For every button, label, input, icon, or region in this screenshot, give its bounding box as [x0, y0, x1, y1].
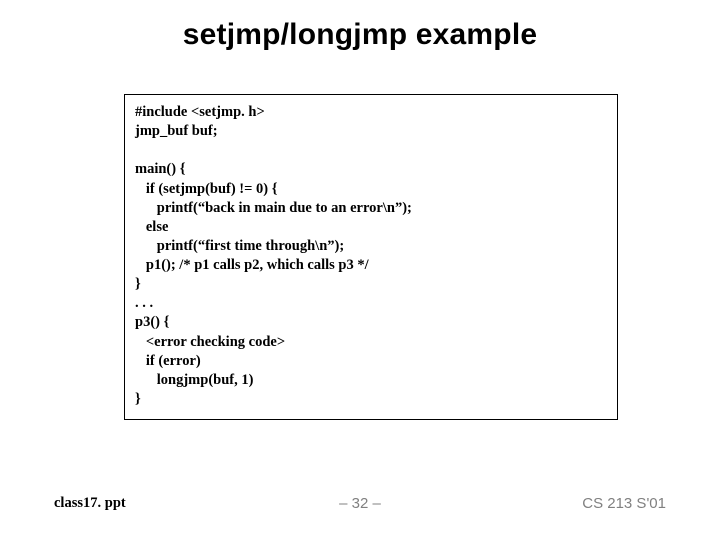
slide-title: setjmp/longjmp example [0, 18, 720, 52]
code-box: #include <setjmp. h> jmp_buf buf; main()… [124, 94, 618, 420]
slide: setjmp/longjmp example #include <setjmp.… [0, 0, 720, 540]
code-content: #include <setjmp. h> jmp_buf buf; main()… [135, 103, 607, 409]
footer-course: CS 213 S'01 [582, 495, 666, 512]
